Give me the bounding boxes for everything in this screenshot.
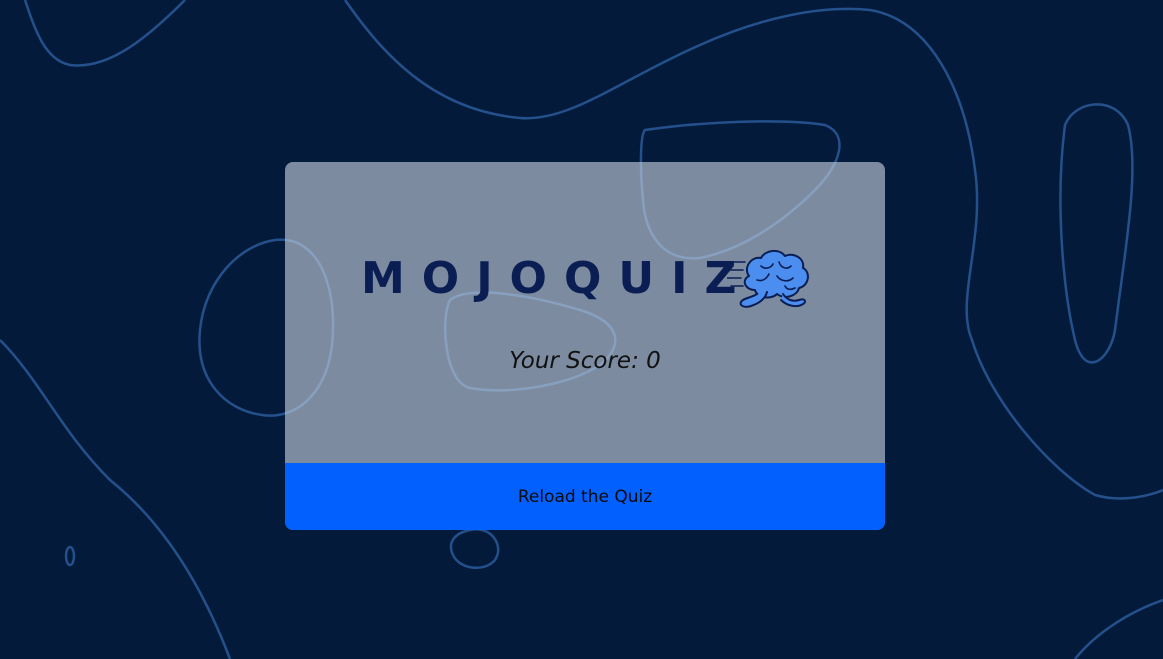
mojoquiz-logo: MOJOQUIZ [361,246,821,316]
page-background: MOJOQUIZ Your Score: 0 Reload the Quiz [0,0,1163,659]
quiz-result-card: MOJOQUIZ Your Score: 0 Reload the Quiz [285,162,885,530]
score-text: Your Score: 0 [509,348,661,374]
reload-quiz-button[interactable]: Reload the Quiz [285,463,885,530]
reload-quiz-label: Reload the Quiz [517,486,653,507]
logo-text: MOJOQUIZ [361,253,754,304]
running-brain-icon [727,250,809,308]
